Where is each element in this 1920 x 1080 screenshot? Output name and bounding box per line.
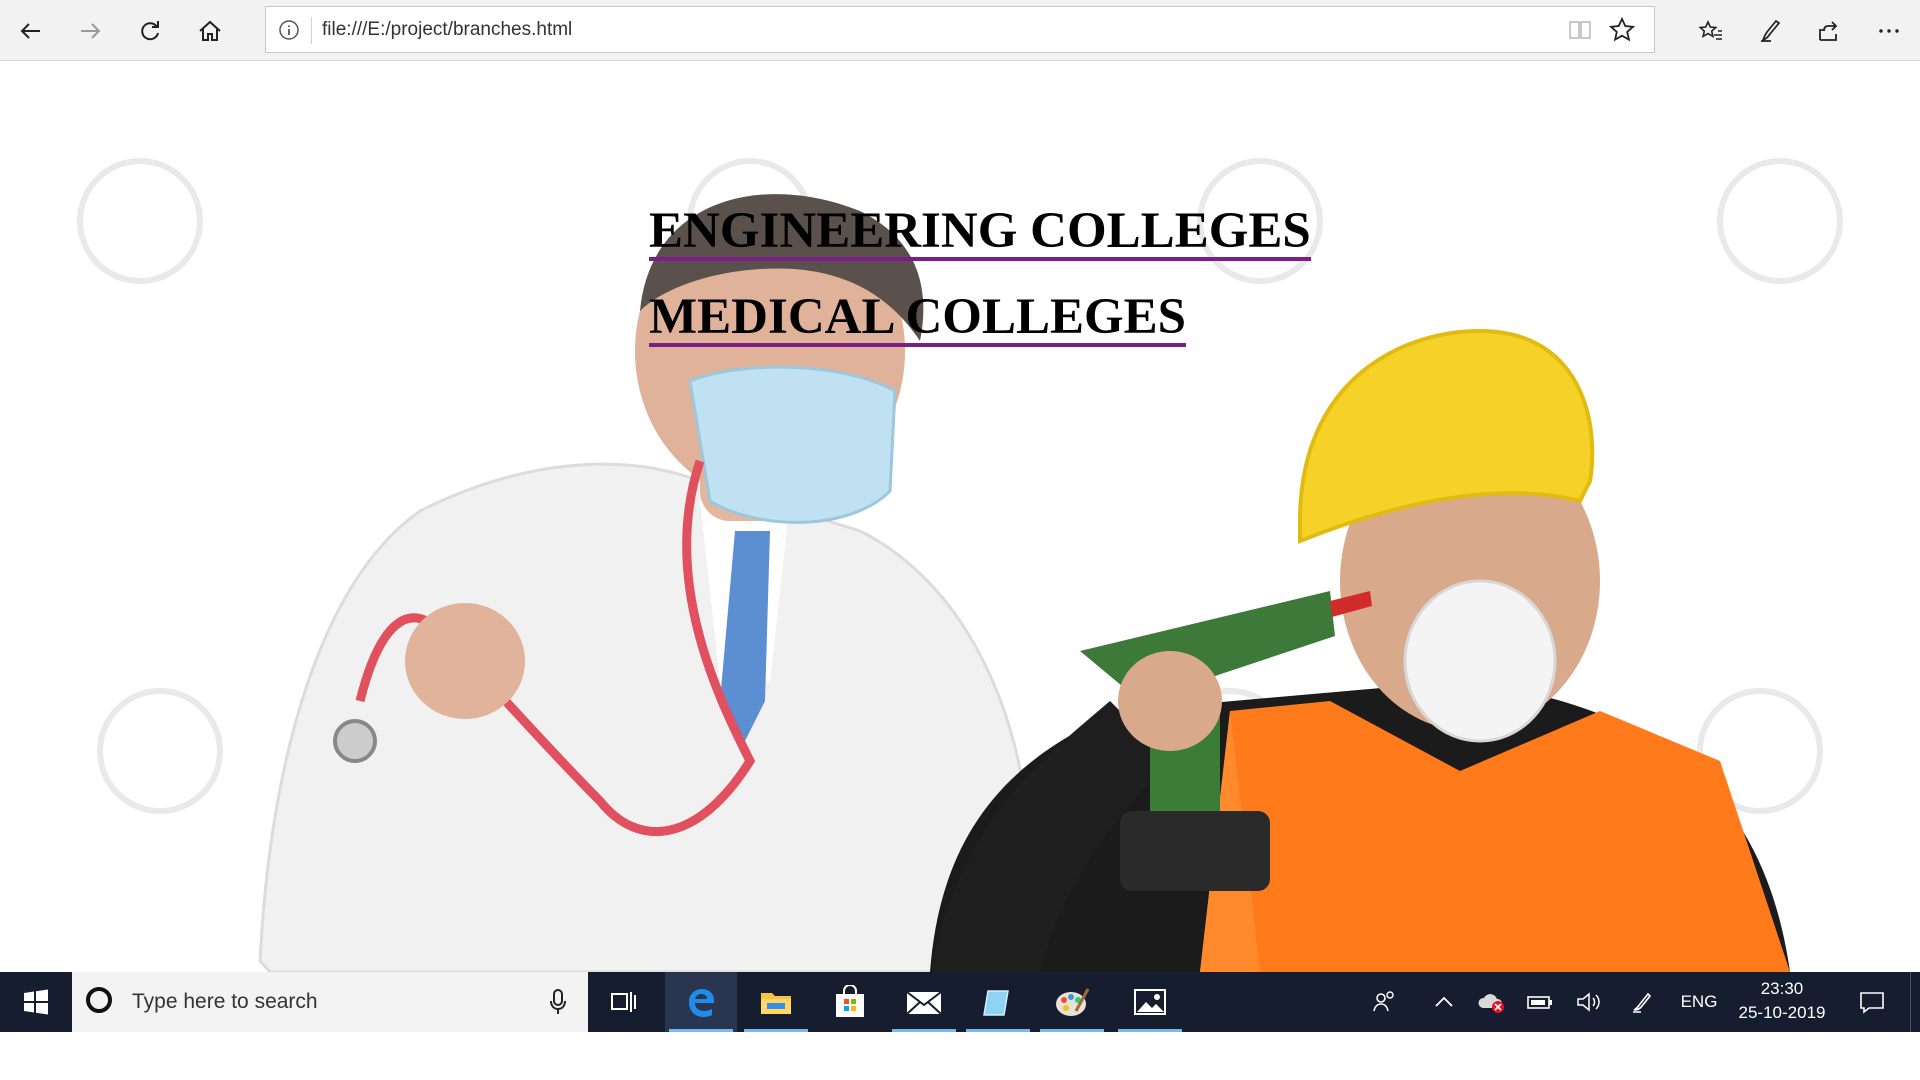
pen-workspace-button[interactable]	[1622, 972, 1662, 1032]
favorites-hub-button[interactable]	[1688, 8, 1734, 54]
task-view-button[interactable]	[588, 972, 660, 1032]
cortana-icon	[86, 987, 112, 1013]
action-center-button[interactable]	[1848, 972, 1896, 1032]
language-indicator: ENG	[1680, 992, 1718, 1011]
photos-button[interactable]	[1114, 972, 1186, 1032]
back-button[interactable]	[8, 8, 54, 54]
notification-icon	[1860, 992, 1884, 1014]
clock-date: 25-10-2019	[1738, 1003, 1826, 1022]
taskbar-search-box[interactable]: Type here to search	[72, 972, 588, 1032]
file-explorer-button[interactable]	[740, 972, 812, 1032]
paint-button[interactable]	[1036, 972, 1108, 1032]
favorites-hub-icon	[1698, 20, 1722, 40]
chevron-up-icon	[1435, 996, 1453, 1007]
battery-icon	[1527, 996, 1552, 1009]
favorite-star-icon[interactable]	[1608, 16, 1636, 44]
pen-icon	[1761, 19, 1781, 42]
share-button[interactable]	[1806, 8, 1852, 54]
people-button[interactable]	[1364, 972, 1404, 1032]
mail-icon	[906, 991, 942, 1015]
cloud-error-icon	[1478, 994, 1504, 1013]
store-icon	[836, 985, 864, 1017]
notes-button[interactable]	[1748, 8, 1794, 54]
paint-palette-icon	[1056, 988, 1090, 1016]
medical-colleges-link[interactable]: MEDICAL COLLEGES	[649, 291, 1187, 347]
college-links: ENGINEERING COLLEGES MEDICAL COLLEGES	[649, 205, 1311, 347]
pen-workspace-icon	[1633, 992, 1652, 1013]
input-language-button[interactable]: ENG	[1674, 972, 1724, 1032]
show-desktop-button[interactable]	[1910, 972, 1920, 1032]
forward-button[interactable]	[67, 8, 113, 54]
home-icon	[199, 20, 221, 41]
store-button[interactable]	[814, 972, 886, 1032]
photos-icon	[1134, 989, 1166, 1015]
home-button[interactable]	[187, 8, 233, 54]
web-page: ENGINEERING COLLEGES MEDICAL COLLEGES	[0, 61, 1920, 972]
speaker-icon	[1577, 992, 1600, 1012]
people-icon	[1373, 991, 1394, 1012]
onedrive-status-button[interactable]	[1472, 972, 1512, 1032]
volume-button[interactable]	[1568, 972, 1608, 1032]
background-photo	[77, 158, 1843, 972]
share-icon	[1819, 21, 1838, 41]
refresh-button[interactable]	[127, 8, 173, 54]
app-icon	[983, 990, 1009, 1016]
url-text[interactable]: file:///E:/project/branches.html	[322, 7, 572, 52]
edge-icon	[689, 989, 714, 1017]
show-hidden-icons-button[interactable]	[1424, 972, 1464, 1032]
windows-logo-icon	[24, 989, 48, 1015]
browser-toolbar: file:///E:/project/branches.html	[0, 0, 1920, 61]
search-placeholder: Type here to search	[132, 990, 318, 1013]
address-separator	[311, 17, 312, 44]
back-icon	[20, 23, 40, 39]
address-bar[interactable]: file:///E:/project/branches.html	[265, 6, 1655, 53]
reading-view-icon[interactable]	[1568, 18, 1592, 42]
start-button[interactable]	[0, 972, 72, 1032]
more-button[interactable]	[1866, 8, 1912, 54]
microphone-icon[interactable]	[548, 988, 568, 1016]
info-icon[interactable]	[278, 19, 300, 41]
edge-taskbar-button[interactable]	[665, 972, 737, 1032]
engineering-colleges-link[interactable]: ENGINEERING COLLEGES	[649, 205, 1311, 261]
task-view-icon	[611, 992, 636, 1012]
taskbar-clock[interactable]: 23:30 25-10-2019	[1720, 972, 1844, 1032]
more-icon	[1879, 29, 1899, 33]
folder-icon	[761, 993, 791, 1014]
blank-area	[0, 1032, 1920, 1080]
refresh-icon	[141, 21, 159, 41]
windows-taskbar: Type here to search ENG 23:30 25-10-2019	[0, 972, 1920, 1032]
battery-button[interactable]	[1520, 972, 1560, 1032]
clock-time: 23:30	[1760, 979, 1804, 998]
mail-button[interactable]	[888, 972, 960, 1032]
app-button[interactable]	[962, 972, 1034, 1032]
forward-icon	[81, 23, 101, 39]
